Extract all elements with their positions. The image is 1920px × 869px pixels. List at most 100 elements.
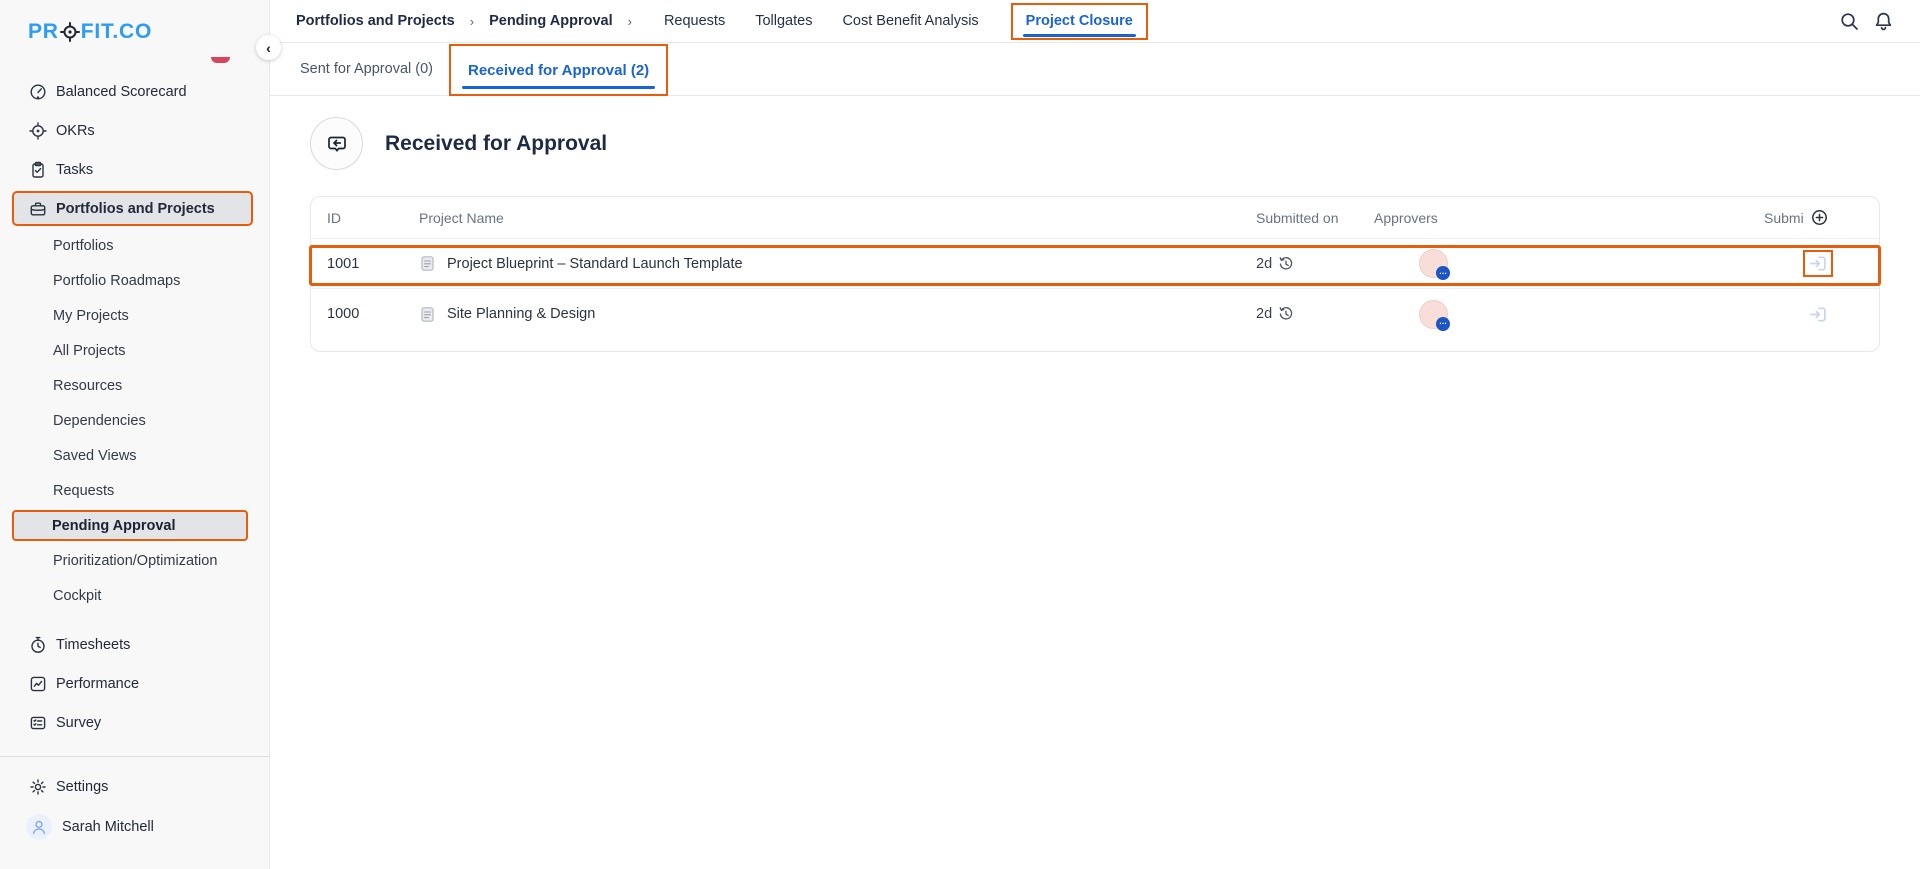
sidebar-item-label: Dependencies [53,412,146,429]
bell-icon[interactable] [1873,11,1894,32]
sidebar-item-saved-views[interactable]: Saved Views [0,438,269,473]
logo-text-right: FIT.CO [80,20,153,43]
open-approval-button[interactable] [1803,250,1833,277]
history-clock-icon [1278,256,1294,272]
sidebar-item-label: OKRs [56,122,95,139]
sidebar-item-survey[interactable]: Survey [0,703,269,742]
enter-arrow-icon [1809,254,1828,273]
sidebar-item-balanced-scorecard[interactable]: Balanced Scorecard [0,72,269,111]
sidebar-collapse-button[interactable]: ‹ [256,35,281,60]
approver-avatar[interactable]: … [1419,299,1450,331]
project-name-text[interactable]: Site Planning & Design [447,306,595,322]
sidebar-item-okrs[interactable]: OKRs [0,111,269,150]
sidebar-user-profile[interactable]: Sarah Mitchell [0,806,269,848]
sidebar-item-settings[interactable]: Settings [0,767,269,806]
active-tab-underline [1022,33,1136,37]
sidebar-item-portfolios-and-projects[interactable]: Portfolios and Projects [12,191,253,226]
add-column-icon[interactable] [1811,209,1828,226]
sidebar-item-pending-approval[interactable]: Pending Approval [12,510,248,541]
sidebar-item-label: All Projects [53,342,126,359]
main-area: Portfolios and Projects › Pending Approv… [270,0,1920,869]
cell-project-id: 1000 [327,306,360,322]
sidebar-item-portfolios[interactable]: Portfolios [0,228,269,263]
sidebar-item-tasks[interactable]: Tasks [0,150,269,189]
logo-text: PR FIT.CO [28,20,152,44]
tab-received-for-approval[interactable]: Received for Approval (2) [468,62,649,79]
pending-badge: … [1436,266,1450,280]
brand-logo[interactable]: PR FIT.CO [0,0,269,64]
cell-actions [1764,250,1879,277]
sidebar-item-label: Timesheets [56,636,131,653]
breadcrumb-portfolios-and-projects[interactable]: Portfolios and Projects [296,13,455,29]
sidebar: PR FIT.CO Balanced Scorecard OKRs Tasks … [0,0,270,869]
sidebar-item-all-projects[interactable]: All Projects [0,333,269,368]
table-row[interactable]: 1001 Project Blueprint – Standard Launch… [309,239,1881,289]
breadcrumb-pending-approval[interactable]: Pending Approval [489,13,613,29]
cell-project-id: 1001 [327,255,360,272]
tab-tollgates[interactable]: Tollgates [755,13,812,29]
column-header-approvers: Approvers [1374,209,1438,226]
app-window: PR FIT.CO Balanced Scorecard OKRs Tasks … [0,0,1920,869]
back-button[interactable] [310,117,363,170]
tab-project-closure[interactable]: Project Closure [1026,13,1133,29]
project-name-text[interactable]: Project Blueprint – Standard Launch Temp… [447,256,743,272]
sidebar-item-label: Requests [53,482,115,499]
briefcase-icon [29,200,47,218]
sidebar-item-label: My Projects [53,307,129,324]
cell-approvers: … [1374,299,1764,331]
cell-submitted-on: 2d [1256,256,1374,272]
tab-cost-benefit-analysis[interactable]: Cost Benefit Analysis [842,13,978,29]
sidebar-item-performance[interactable]: Performance [0,664,269,703]
sidebar-item-label: Tasks [56,161,94,178]
submitted-value: 2d [1256,255,1273,272]
sidebar-item-label: Cockpit [53,587,102,604]
page-content: Received for Approval ID Project Name Su… [270,96,1920,352]
tab-sent-for-approval[interactable]: Sent for Approval (0) [300,61,433,77]
sidebar-item-label: Resources [53,377,123,394]
history-clock-icon [1278,306,1294,322]
tab-requests[interactable]: Requests [664,13,725,29]
sidebar-footer: Settings Sarah Mitchell [0,757,269,848]
sidebar-item-requests[interactable]: Requests [0,473,269,508]
chevron-right-icon: › [627,13,632,29]
sidebar-item-prioritization-optimization[interactable]: Prioritization/Optimization [0,543,269,578]
tab-received-for-approval-highlight: Received for Approval (2) [449,44,669,96]
sidebar-item-my-projects[interactable]: My Projects [0,298,269,333]
column-header-project-name: Project Name [419,209,504,226]
sidebar-item-timesheets[interactable]: Timesheets [0,625,269,664]
target-logo-icon [59,22,80,42]
breadcrumb: Portfolios and Projects › Pending Approv… [296,13,632,29]
sidebar-item-portfolio-roadmaps[interactable]: Portfolio Roadmaps [0,263,269,298]
sidebar-item-label: Survey [56,714,102,731]
open-approval-button[interactable] [1809,305,1828,324]
cell-submitted-on: 2d [1256,306,1374,322]
top-tabs: Requests Tollgates Cost Benefit Analysis… [664,2,1148,40]
table-header-row: ID Project Name Submitted on Approvers S… [311,197,1879,239]
cell-approvers: … [1374,249,1764,280]
active-tab-underline [462,85,656,89]
approver-avatar[interactable]: … [1419,249,1450,280]
approval-subtabs: Sent for Approval (0) Received for Appro… [270,43,1920,96]
sidebar-item-label: Portfolios and Projects [56,200,215,217]
gauge-icon [29,83,47,101]
gear-icon [29,778,47,796]
column-header-submitted-on: Submitted on [1256,209,1339,226]
table-row[interactable]: 1000 Site Planning & Design 2d … [311,289,1879,339]
approvals-table: ID Project Name Submitted on Approvers S… [309,196,1881,352]
submitted-value: 2d [1256,306,1273,322]
column-header-id: ID [327,209,341,226]
logo-text-left: PR [28,20,59,43]
clipboard-icon [29,161,47,179]
cell-project-name[interactable]: Project Blueprint – Standard Launch Temp… [419,255,1256,272]
search-icon[interactable] [1839,11,1860,32]
sidebar-item-resources[interactable]: Resources [0,368,269,403]
sidebar-item-dependencies[interactable]: Dependencies [0,403,269,438]
top-navbar: Portfolios and Projects › Pending Approv… [270,0,1920,43]
pending-badge: … [1436,316,1450,331]
column-header-submit: Submi [1764,209,1879,226]
sidebar-item-cockpit[interactable]: Cockpit [0,578,269,613]
cell-project-name[interactable]: Site Planning & Design [419,306,1256,323]
stopwatch-icon [29,636,47,654]
survey-icon [29,714,47,732]
enter-arrow-icon [1809,305,1828,324]
